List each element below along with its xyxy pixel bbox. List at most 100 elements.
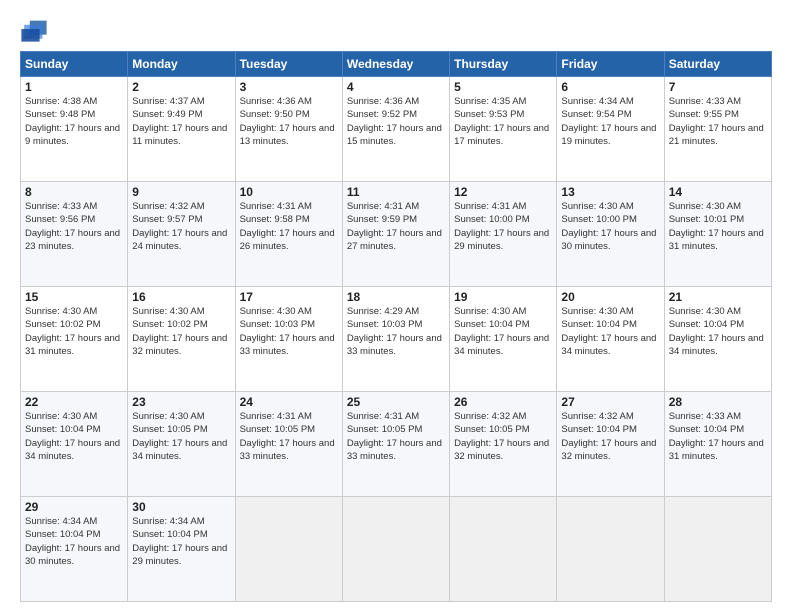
day-number: 25 xyxy=(347,395,445,409)
cell-content: Sunrise: 4:30 AMSunset: 10:04 PMDaylight… xyxy=(25,411,120,462)
calendar-day-header: Saturday xyxy=(664,52,771,77)
calendar-cell xyxy=(342,497,449,602)
day-number: 1 xyxy=(25,80,123,94)
calendar-cell: 13 Sunrise: 4:30 AMSunset: 10:00 PMDayli… xyxy=(557,182,664,287)
calendar-cell: 2 Sunrise: 4:37 AMSunset: 9:49 PMDayligh… xyxy=(128,77,235,182)
calendar-day-header: Monday xyxy=(128,52,235,77)
calendar-cell: 17 Sunrise: 4:30 AMSunset: 10:03 PMDayli… xyxy=(235,287,342,392)
cell-content: Sunrise: 4:36 AMSunset: 9:50 PMDaylight:… xyxy=(240,96,335,147)
day-number: 26 xyxy=(454,395,552,409)
cell-content: Sunrise: 4:32 AMSunset: 10:04 PMDaylight… xyxy=(561,411,656,462)
calendar-cell xyxy=(450,497,557,602)
cell-content: Sunrise: 4:30 AMSunset: 10:02 PMDaylight… xyxy=(25,306,120,357)
calendar-cell xyxy=(664,497,771,602)
calendar-cell: 10 Sunrise: 4:31 AMSunset: 9:58 PMDaylig… xyxy=(235,182,342,287)
calendar-day-header: Friday xyxy=(557,52,664,77)
calendar-day-header: Sunday xyxy=(21,52,128,77)
calendar-table: SundayMondayTuesdayWednesdayThursdayFrid… xyxy=(20,51,772,602)
calendar-cell: 8 Sunrise: 4:33 AMSunset: 9:56 PMDayligh… xyxy=(21,182,128,287)
day-number: 18 xyxy=(347,290,445,304)
calendar-cell xyxy=(557,497,664,602)
cell-content: Sunrise: 4:35 AMSunset: 9:53 PMDaylight:… xyxy=(454,96,549,147)
cell-content: Sunrise: 4:30 AMSunset: 10:00 PMDaylight… xyxy=(561,201,656,252)
day-number: 10 xyxy=(240,185,338,199)
day-number: 29 xyxy=(25,500,123,514)
day-number: 11 xyxy=(347,185,445,199)
calendar-week-row: 1 Sunrise: 4:38 AMSunset: 9:48 PMDayligh… xyxy=(21,77,772,182)
day-number: 8 xyxy=(25,185,123,199)
day-number: 22 xyxy=(25,395,123,409)
day-number: 15 xyxy=(25,290,123,304)
day-number: 21 xyxy=(669,290,767,304)
calendar-cell: 18 Sunrise: 4:29 AMSunset: 10:03 PMDayli… xyxy=(342,287,449,392)
calendar-cell: 6 Sunrise: 4:34 AMSunset: 9:54 PMDayligh… xyxy=(557,77,664,182)
day-number: 20 xyxy=(561,290,659,304)
cell-content: Sunrise: 4:36 AMSunset: 9:52 PMDaylight:… xyxy=(347,96,442,147)
cell-content: Sunrise: 4:32 AMSunset: 10:05 PMDaylight… xyxy=(454,411,549,462)
calendar-day-header: Thursday xyxy=(450,52,557,77)
cell-content: Sunrise: 4:30 AMSunset: 10:02 PMDaylight… xyxy=(132,306,227,357)
cell-content: Sunrise: 4:38 AMSunset: 9:48 PMDaylight:… xyxy=(25,96,120,147)
calendar-cell: 15 Sunrise: 4:30 AMSunset: 10:02 PMDayli… xyxy=(21,287,128,392)
cell-content: Sunrise: 4:33 AMSunset: 9:56 PMDaylight:… xyxy=(25,201,120,252)
calendar-cell: 22 Sunrise: 4:30 AMSunset: 10:04 PMDayli… xyxy=(21,392,128,497)
cell-content: Sunrise: 4:34 AMSunset: 9:54 PMDaylight:… xyxy=(561,96,656,147)
day-number: 24 xyxy=(240,395,338,409)
cell-content: Sunrise: 4:31 AMSunset: 9:58 PMDaylight:… xyxy=(240,201,335,252)
header xyxy=(20,15,772,43)
cell-content: Sunrise: 4:31 AMSunset: 9:59 PMDaylight:… xyxy=(347,201,442,252)
calendar-cell: 21 Sunrise: 4:30 AMSunset: 10:04 PMDayli… xyxy=(664,287,771,392)
calendar-week-row: 15 Sunrise: 4:30 AMSunset: 10:02 PMDayli… xyxy=(21,287,772,392)
calendar-cell: 27 Sunrise: 4:32 AMSunset: 10:04 PMDayli… xyxy=(557,392,664,497)
calendar-week-row: 22 Sunrise: 4:30 AMSunset: 10:04 PMDayli… xyxy=(21,392,772,497)
cell-content: Sunrise: 4:30 AMSunset: 10:04 PMDaylight… xyxy=(454,306,549,357)
calendar-cell: 25 Sunrise: 4:31 AMSunset: 10:05 PMDayli… xyxy=(342,392,449,497)
calendar-cell: 16 Sunrise: 4:30 AMSunset: 10:02 PMDayli… xyxy=(128,287,235,392)
day-number: 2 xyxy=(132,80,230,94)
day-number: 16 xyxy=(132,290,230,304)
calendar-cell: 9 Sunrise: 4:32 AMSunset: 9:57 PMDayligh… xyxy=(128,182,235,287)
calendar-cell: 24 Sunrise: 4:31 AMSunset: 10:05 PMDayli… xyxy=(235,392,342,497)
calendar-day-header: Tuesday xyxy=(235,52,342,77)
calendar-cell: 20 Sunrise: 4:30 AMSunset: 10:04 PMDayli… xyxy=(557,287,664,392)
calendar-cell: 23 Sunrise: 4:30 AMSunset: 10:05 PMDayli… xyxy=(128,392,235,497)
cell-content: Sunrise: 4:31 AMSunset: 10:00 PMDaylight… xyxy=(454,201,549,252)
day-number: 27 xyxy=(561,395,659,409)
calendar-cell: 28 Sunrise: 4:33 AMSunset: 10:04 PMDayli… xyxy=(664,392,771,497)
calendar-cell: 29 Sunrise: 4:34 AMSunset: 10:04 PMDayli… xyxy=(21,497,128,602)
calendar-cell: 3 Sunrise: 4:36 AMSunset: 9:50 PMDayligh… xyxy=(235,77,342,182)
day-number: 4 xyxy=(347,80,445,94)
cell-content: Sunrise: 4:31 AMSunset: 10:05 PMDaylight… xyxy=(347,411,442,462)
day-number: 5 xyxy=(454,80,552,94)
day-number: 6 xyxy=(561,80,659,94)
calendar-cell xyxy=(235,497,342,602)
day-number: 9 xyxy=(132,185,230,199)
calendar-cell: 7 Sunrise: 4:33 AMSunset: 9:55 PMDayligh… xyxy=(664,77,771,182)
calendar-header-row: SundayMondayTuesdayWednesdayThursdayFrid… xyxy=(21,52,772,77)
cell-content: Sunrise: 4:33 AMSunset: 10:04 PMDaylight… xyxy=(669,411,764,462)
day-number: 12 xyxy=(454,185,552,199)
day-number: 17 xyxy=(240,290,338,304)
cell-content: Sunrise: 4:30 AMSunset: 10:03 PMDaylight… xyxy=(240,306,335,357)
cell-content: Sunrise: 4:30 AMSunset: 10:04 PMDaylight… xyxy=(561,306,656,357)
calendar-cell: 5 Sunrise: 4:35 AMSunset: 9:53 PMDayligh… xyxy=(450,77,557,182)
cell-content: Sunrise: 4:29 AMSunset: 10:03 PMDaylight… xyxy=(347,306,442,357)
cell-content: Sunrise: 4:32 AMSunset: 9:57 PMDaylight:… xyxy=(132,201,227,252)
calendar-cell: 1 Sunrise: 4:38 AMSunset: 9:48 PMDayligh… xyxy=(21,77,128,182)
cell-content: Sunrise: 4:30 AMSunset: 10:05 PMDaylight… xyxy=(132,411,227,462)
day-number: 28 xyxy=(669,395,767,409)
calendar-cell: 4 Sunrise: 4:36 AMSunset: 9:52 PMDayligh… xyxy=(342,77,449,182)
calendar-cell: 11 Sunrise: 4:31 AMSunset: 9:59 PMDaylig… xyxy=(342,182,449,287)
calendar-cell: 30 Sunrise: 4:34 AMSunset: 10:04 PMDayli… xyxy=(128,497,235,602)
calendar-week-row: 8 Sunrise: 4:33 AMSunset: 9:56 PMDayligh… xyxy=(21,182,772,287)
logo xyxy=(20,15,52,43)
calendar-day-header: Wednesday xyxy=(342,52,449,77)
calendar-cell: 12 Sunrise: 4:31 AMSunset: 10:00 PMDayli… xyxy=(450,182,557,287)
cell-content: Sunrise: 4:30 AMSunset: 10:01 PMDaylight… xyxy=(669,201,764,252)
day-number: 14 xyxy=(669,185,767,199)
calendar-week-row: 29 Sunrise: 4:34 AMSunset: 10:04 PMDayli… xyxy=(21,497,772,602)
page: SundayMondayTuesdayWednesdayThursdayFrid… xyxy=(0,0,792,612)
cell-content: Sunrise: 4:31 AMSunset: 10:05 PMDaylight… xyxy=(240,411,335,462)
day-number: 23 xyxy=(132,395,230,409)
day-number: 13 xyxy=(561,185,659,199)
